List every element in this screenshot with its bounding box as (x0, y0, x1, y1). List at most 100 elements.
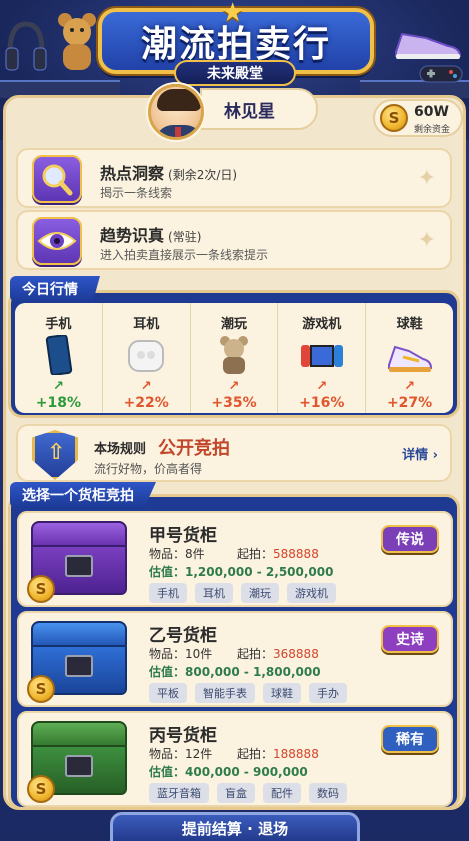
cabinet-items: 10件 (185, 647, 213, 661)
cabinet-a[interactable]: S 甲号货柜 物品：8件 起拍：588888 估值：1,200,000 - 2,… (17, 511, 453, 607)
headphones-icon (5, 21, 47, 71)
cabinet-tags: 手机 耳机 潮玩 游戏机 (149, 583, 336, 603)
tag: 智能手表 (195, 683, 255, 703)
skill-desc: 进入拍卖直接展示一条线索提示 (100, 248, 269, 262)
market-tag: 今日行情 (10, 276, 100, 302)
cabinet-b[interactable]: S 乙号货柜 物品：10件 起拍：368888 估值：800,000 - 1,8… (17, 611, 453, 707)
subtitle-banner: 未来殿堂 (174, 60, 296, 86)
start-label: 起拍： (237, 747, 274, 761)
tag: 盲盒 (217, 783, 255, 803)
eye-icon (32, 217, 82, 265)
cabinet-estimate: 800,000 - 1,800,000 (185, 665, 321, 679)
sparkle-icon: ✦ (417, 166, 436, 191)
skill-note: (剩余2次/日) (168, 168, 238, 182)
funds-label: 剩余资金 (414, 125, 451, 135)
tag: 球鞋 (263, 683, 301, 703)
cabinet-start-price: 368888 (273, 647, 319, 661)
phone-icon (46, 335, 73, 375)
cabinet-c[interactable]: S 丙号货柜 物品：12件 起拍：188888 估值：400,000 - 900… (17, 711, 453, 807)
market-item-toy: 潮玩 ↗ +35% (191, 303, 279, 413)
trend-up-icon: ↗ (140, 379, 152, 394)
funds-amount: 60W (414, 104, 449, 120)
tag: 潮玩 (241, 583, 279, 603)
tag: 平板 (149, 683, 187, 703)
trend-up-icon: ↗ (404, 379, 416, 394)
coin-icon: S (27, 775, 55, 803)
cabinets-panel: S 甲号货柜 物品：8件 起拍：588888 估值：1,200,000 - 2,… (8, 494, 460, 810)
tag: 蓝牙音箱 (149, 783, 209, 803)
items-label: 物品： (149, 647, 186, 661)
bear-figure-icon (58, 13, 96, 70)
rules-desc: 流行好物，价高者得 (94, 462, 203, 476)
skill-trend-verify[interactable]: 趋势识真 (常驻) 进入拍卖直接展示一条线索提示 ✦ (16, 210, 452, 270)
rarity-badge: 稀有 (381, 725, 439, 753)
rules-card: ⇧ 本场规则 公开竞拍 流行好物，价高者得 详情 › (16, 424, 452, 482)
cabinet-tags: 蓝牙音箱 盲盒 配件 数码 (149, 783, 347, 803)
items-label: 物品： (149, 747, 186, 761)
rules-label: 本场规则 (94, 442, 147, 457)
coin-icon: S (27, 675, 55, 703)
cabinet-estimate: 400,000 - 900,000 (185, 765, 308, 779)
tag: 耳机 (195, 583, 233, 603)
start-label: 起拍： (237, 547, 274, 561)
cabinet-items: 8件 (185, 547, 205, 561)
skill-note: (常驻) (168, 230, 202, 244)
market-item-name: 潮玩 (220, 317, 247, 332)
skill-hot-insight[interactable]: 热点洞察 (剩余2次/日) 揭示一条线索 ✦ (16, 148, 452, 208)
market-item-console: 游戏机 ↗ +16% (278, 303, 367, 413)
arrow-up-icon: ⇧ (47, 440, 66, 465)
skill-title: 趋势识真 (100, 226, 165, 245)
cabinet-estimate: 1,200,000 - 2,500,000 (185, 565, 334, 579)
cabinets-tag: 选择一个货柜竞拍 (10, 482, 156, 508)
rarity-badge: 史诗 (381, 625, 439, 653)
market-item-name: 耳机 (133, 317, 160, 332)
tag: 数码 (309, 783, 347, 803)
tag: 游戏机 (287, 583, 336, 603)
tag: 手办 (309, 683, 347, 703)
rarity-badge: 传说 (381, 525, 439, 553)
rules-detail-link[interactable]: 详情 › (402, 444, 438, 463)
market-item-change: +35% (211, 395, 257, 411)
estimate-label: 估值： (149, 665, 186, 679)
items-label: 物品： (149, 547, 186, 561)
cabinet-tags: 平板 智能手表 球鞋 手办 (149, 683, 347, 703)
market-item-name: 游戏机 (302, 317, 342, 332)
sparkle-icon: ✦ (417, 228, 436, 253)
magnifier-icon (32, 155, 82, 203)
tag: 手机 (149, 583, 187, 603)
skill-desc: 揭示一条线索 (100, 186, 173, 200)
trend-up-icon: ↗ (52, 379, 64, 394)
cabinet-title: 乙号货柜 (149, 626, 217, 646)
sneaker-display-icon (395, 32, 462, 59)
cabinet-start-price: 188888 (273, 747, 319, 761)
skill-title: 热点洞察 (100, 164, 165, 183)
market-item-change: +22% (123, 395, 169, 411)
market-item-change: +16% (299, 395, 345, 411)
start-label: 起拍： (237, 647, 274, 661)
chest-green: S (27, 719, 131, 803)
avatar[interactable] (148, 84, 204, 140)
trend-up-icon: ↗ (316, 379, 328, 394)
market-item-phone: 手机 ↗ +18% (15, 303, 103, 413)
cabinet-title: 丙号货柜 (149, 726, 217, 746)
market-item-name: 球鞋 (396, 317, 423, 332)
market-panel: 手机 ↗ +18% 耳机 ↗ +22% 潮玩 ↗ +35% 游戏机 ↗ +16%… (8, 290, 460, 418)
gamepad-icon (419, 65, 463, 83)
chest-purple: S (27, 519, 131, 603)
market-item-name: 手机 (45, 317, 72, 332)
cabinet-items: 12件 (185, 747, 213, 761)
bear-toy-icon (219, 336, 248, 374)
market-item-change: +27% (386, 395, 433, 411)
early-settle-exit-button[interactable]: 提前结算 · 退场 (110, 812, 360, 841)
rules-mode: 公开竞拍 (158, 438, 230, 459)
tag: 配件 (263, 783, 301, 803)
player-name: 林见星 (200, 88, 318, 130)
trend-up-icon: ↗ (228, 379, 240, 394)
market-item-sneaker: 球鞋 ↗ +27% (366, 303, 453, 413)
coin-icon: S (380, 104, 408, 132)
market-item-earbuds: 耳机 ↗ +22% (103, 303, 191, 413)
cabinet-start-price: 588888 (273, 547, 319, 561)
sneaker-icon (387, 345, 432, 372)
earbuds-icon (128, 340, 165, 372)
game-console-icon (300, 345, 343, 367)
